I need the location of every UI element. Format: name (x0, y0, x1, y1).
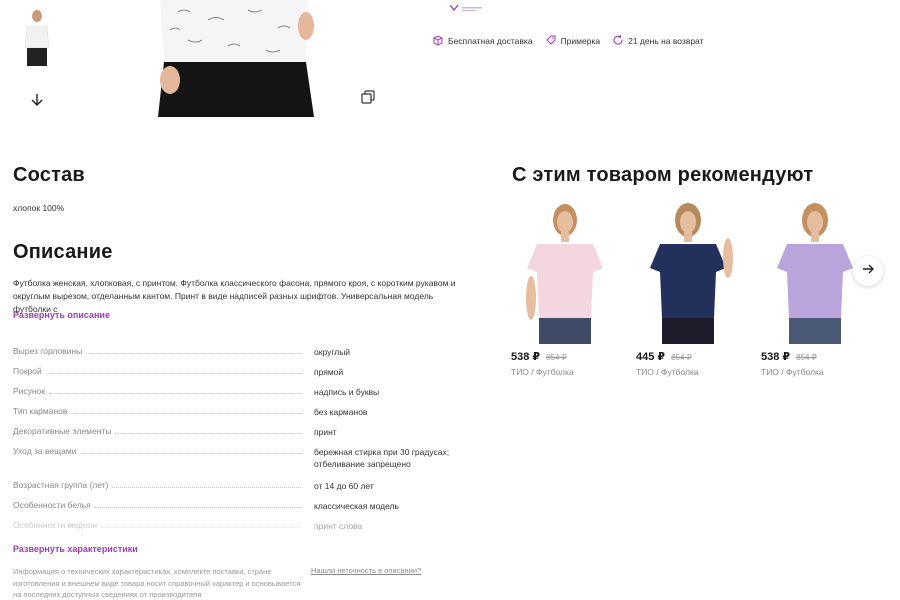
spec-key: Особенности белья (13, 500, 91, 510)
product-name[interactable]: ТИО / Футболка (761, 367, 871, 377)
product-card[interactable]: 445 ₽ 854 ₽ ТИО / Футболка (636, 198, 746, 377)
gallery-thumbnail[interactable] (22, 8, 52, 70)
product-card[interactable]: 538 ₽ 854 ₽ ТИО / Футболка (761, 198, 871, 377)
product-price: 538 ₽ (511, 351, 541, 363)
spec-key: Вырез горловины (13, 346, 83, 356)
spec-key: Декоративные элементы (13, 426, 112, 436)
spec-key: Особенности модели (13, 520, 98, 530)
product-card[interactable]: 538 ₽ 854 ₽ ТИО / Футболка (511, 198, 621, 377)
refresh-icon (612, 34, 624, 48)
spec-key: Покрой (13, 366, 42, 376)
copy-icon[interactable] (361, 90, 375, 104)
expand-specs-link[interactable]: Развернуть характеристики (13, 544, 138, 554)
report-inaccuracy-link[interactable]: Нашли неточность в описании? (311, 566, 421, 575)
perk-fitting: Примерка (545, 34, 600, 48)
product-main-photo[interactable] (148, 0, 326, 117)
spec-key: Рисунок (13, 386, 46, 396)
spec-value: бережная стирка при 30 градусах; отбелив… (314, 447, 450, 469)
product-card-image[interactable] (511, 198, 621, 344)
arrow-right-icon (861, 262, 875, 281)
spec-value: от 14 до 60 лет (314, 481, 374, 491)
product-name[interactable]: ТИО / Футболка (511, 367, 621, 377)
product-price: 445 ₽ (636, 351, 666, 363)
product-card-image[interactable] (636, 198, 746, 344)
product-old-price: 854 ₽ (796, 353, 817, 362)
expand-description-link[interactable]: Развернуть описание (13, 310, 110, 320)
carousel-next-button[interactable] (853, 256, 883, 286)
spec-value: прямой (314, 367, 344, 377)
recommendations-title: С этим товаром рекомендуют (512, 164, 814, 186)
box-icon (432, 34, 444, 48)
spec-value: надпись и буквы (314, 387, 380, 397)
spec-key: Тип карманов (13, 406, 68, 416)
product-name[interactable]: ТИО / Футболка (636, 367, 746, 377)
delivery-perks: Бесплатная доставка Примерка 21 день на … (432, 34, 704, 48)
spec-value: принт слова (314, 521, 363, 531)
disclaimer-text: Информация о технических характеристиках… (13, 567, 301, 599)
brand-heart-icon (446, 0, 486, 12)
description-title: Описание (13, 241, 113, 263)
product-old-price: 854 ₽ (546, 353, 567, 362)
spec-value: принт (314, 427, 337, 437)
perk-delivery: Бесплатная доставка (432, 34, 533, 48)
spec-key: Уход за вещами (13, 446, 77, 456)
composition-value: хлопок 100% (13, 203, 65, 213)
spec-value: без карманов (314, 407, 368, 417)
spec-value: классическая модель (314, 501, 399, 511)
product-price: 538 ₽ (761, 351, 791, 363)
tag-icon (545, 34, 557, 48)
spec-value: округлый (314, 347, 351, 357)
composition-title: Состав (13, 164, 85, 186)
product-old-price: 854 ₽ (671, 353, 692, 362)
spec-key: Возрастная группа (лет) (13, 480, 109, 490)
perk-return: 21 день на возврат (612, 34, 704, 48)
arrow-down-icon[interactable] (29, 92, 45, 108)
